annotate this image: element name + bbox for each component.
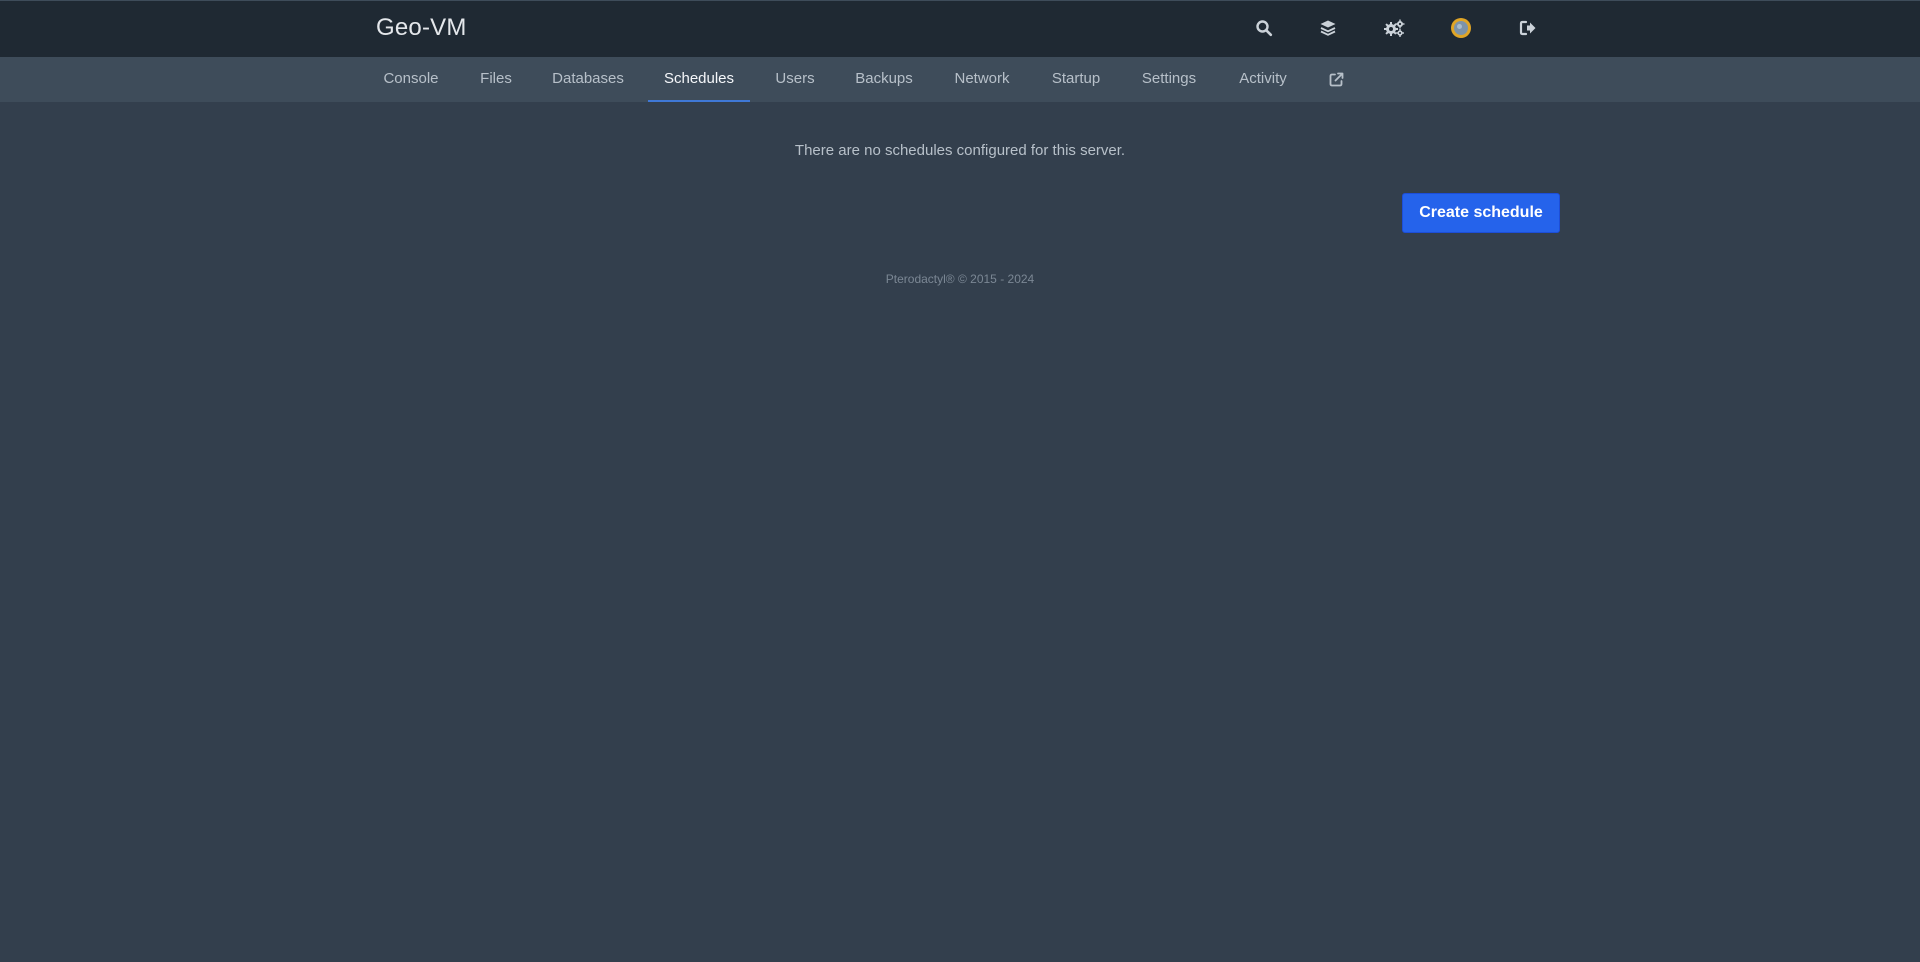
tab-schedules[interactable]: Schedules <box>648 57 750 102</box>
avatar[interactable] <box>1448 15 1474 41</box>
tab-files[interactable]: Files <box>470 57 522 102</box>
search-icon[interactable] <box>1251 15 1277 41</box>
create-schedule-button[interactable]: Create schedule <box>1402 193 1560 233</box>
server-subnavigation: Console Files Databases Schedules Users … <box>0 57 1920 102</box>
tab-backups[interactable]: Backups <box>846 57 922 102</box>
footer-copyright: Pterodactyl® © 2015 - 2024 <box>885 272 1035 286</box>
server-name-link[interactable]: Geo-VM <box>376 14 467 42</box>
tab-startup[interactable]: Startup <box>1043 57 1109 102</box>
tab-activity[interactable]: Activity <box>1229 57 1297 102</box>
external-link-icon[interactable] <box>1322 57 1350 102</box>
cogs-icon[interactable] <box>1381 15 1407 41</box>
tab-network[interactable]: Network <box>945 57 1019 102</box>
tab-users[interactable]: Users <box>766 57 824 102</box>
tab-databases[interactable]: Databases <box>543 57 633 102</box>
tab-console[interactable]: Console <box>376 57 446 102</box>
top-navigation-bar: Geo-VM <box>0 0 1920 57</box>
sign-out-icon[interactable] <box>1515 15 1541 41</box>
empty-schedules-message: There are no schedules configured for th… <box>794 142 1126 159</box>
layers-icon[interactable] <box>1315 15 1341 41</box>
tab-settings[interactable]: Settings <box>1133 57 1205 102</box>
